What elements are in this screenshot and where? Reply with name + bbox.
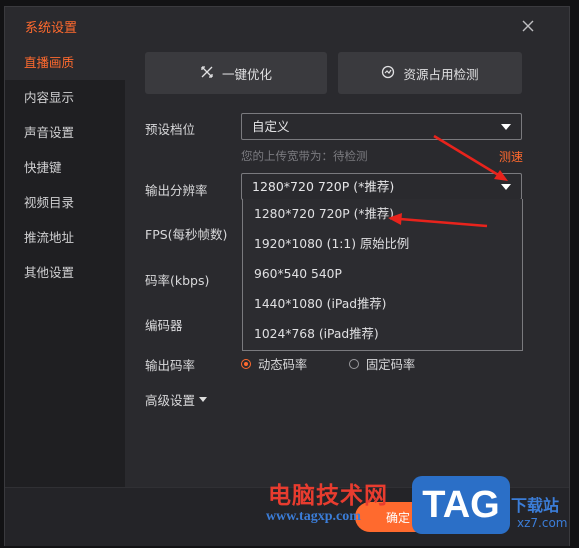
sidebar-item-video-quality[interactable]: 直播画质 — [5, 45, 125, 80]
fixed-rate-label: 固定码率 — [366, 358, 416, 372]
sidebar-item-audio[interactable]: 声音设置 — [5, 115, 125, 150]
preset-label: 预设档位 — [145, 122, 196, 137]
settings-dialog: 系统设置 直播画质 内容显示 声音设置 快捷键 视频目录 推流地址 其他设置 一… — [4, 6, 570, 546]
radio-unselected-icon[interactable] — [349, 359, 359, 369]
close-icon[interactable] — [517, 15, 539, 37]
caret-down-icon — [199, 397, 208, 402]
fixed-rate-option[interactable]: 固定码率 — [349, 355, 415, 373]
radio-selected-icon[interactable] — [241, 359, 251, 369]
advanced-settings-label: 高级设置 — [145, 393, 196, 408]
resolution-label: 输出分辨率 — [145, 183, 208, 198]
upload-bandwidth-hint: 您的上传宽带为：待检测 — [241, 149, 368, 163]
watermark-sub: xz7.com — [517, 516, 568, 530]
resource-detect-button[interactable]: 资源占用检测 — [338, 52, 522, 94]
resource-detect-label: 资源占用检测 — [403, 66, 479, 82]
sidebar-item-other[interactable]: 其他设置 — [5, 255, 125, 290]
sidebar-item-content-display[interactable]: 内容显示 — [5, 80, 125, 115]
output-rate-label: 输出码率 — [145, 358, 196, 373]
optimize-button[interactable]: 一键优化 — [145, 52, 327, 94]
dynamic-rate-label: 动态码率 — [258, 358, 308, 372]
watermark-download: 下载站 — [511, 496, 560, 515]
watermark-url: www.tagxp.com — [266, 509, 361, 524]
dialog-title: 系统设置 — [25, 20, 78, 36]
sidebar-item-video-dir[interactable]: 视频目录 — [5, 185, 125, 220]
optimize-label: 一键优化 — [221, 66, 272, 82]
chevron-down-icon — [501, 124, 511, 130]
resolution-select[interactable]: 1280*720 720P (*推荐) — [241, 173, 522, 200]
encoder-label: 编码器 — [145, 318, 183, 333]
speed-test-link[interactable]: 测速 — [499, 148, 523, 165]
watermark-cn: 电脑技术网 — [268, 482, 388, 509]
sidebar-item-stream-url[interactable]: 推流地址 — [5, 220, 125, 255]
resolution-option[interactable]: 1280*720 720P (*推荐) — [243, 199, 522, 229]
sidebar: 直播画质 内容显示 声音设置 快捷键 视频目录 推流地址 其他设置 — [5, 45, 125, 487]
bitrate-label: 码率(kbps) — [145, 273, 210, 288]
watermark-tag-logo: TAG — [412, 476, 510, 534]
resolution-option[interactable]: 960*540 540P — [243, 259, 522, 289]
optimize-icon — [200, 65, 214, 82]
preset-value: 自定义 — [252, 119, 290, 134]
preset-select[interactable]: 自定义 — [241, 113, 522, 140]
sidebar-item-hotkeys[interactable]: 快捷键 — [5, 150, 125, 185]
fps-label: FPS(每秒帧数) — [145, 227, 228, 242]
advanced-settings-toggle[interactable]: 高级设置 — [145, 390, 208, 409]
resolution-option[interactable]: 1920*1080 (1:1) 原始比例 — [243, 229, 522, 259]
resolution-option[interactable]: 1440*1080 (iPad推荐) — [243, 289, 522, 319]
resolution-option[interactable]: 1024*768 (iPad推荐) — [243, 319, 522, 349]
site-watermark: 电脑技术网 www.tagxp.com TAG 下载站 xz7.com — [262, 476, 577, 546]
monitor-icon — [381, 65, 395, 82]
title-bar: 系统设置 — [5, 7, 569, 45]
dynamic-rate-option[interactable]: 动态码率 — [241, 355, 307, 373]
chevron-down-icon — [501, 184, 511, 190]
resolution-dropdown: 1280*720 720P (*推荐) 1920*1080 (1:1) 原始比例… — [242, 199, 523, 351]
resolution-value: 1280*720 720P (*推荐) — [252, 179, 395, 194]
